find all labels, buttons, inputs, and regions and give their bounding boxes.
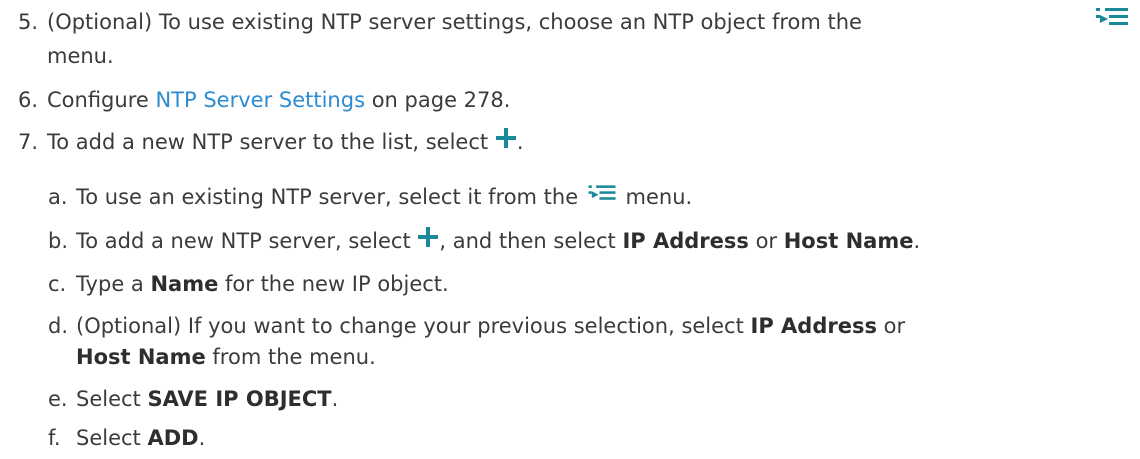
substep-letter: d. [48, 314, 69, 338]
substep-letter: e. [48, 387, 68, 411]
step-text: (Optional) To use existing NTP server se… [47, 10, 862, 34]
step-text: Configure NTP Server Settings on page 27… [47, 88, 511, 112]
substep-c: c. Type a Name for the new IP object. [0, 270, 1140, 300]
menu-list-icon[interactable] [1094, 4, 1130, 30]
substep-e: e. Select SAVE IP OBJECT. [0, 385, 1140, 415]
step-number: 7. [18, 130, 39, 154]
step-text-continued: menu. [47, 44, 114, 68]
substep-text: Select ADD. [76, 426, 206, 450]
step-7: 7. To add a new NTP server to the list, … [0, 128, 1140, 158]
substep-letter: c. [48, 272, 67, 296]
menu-list-icon[interactable] [585, 182, 619, 204]
step-6: 6. Configure NTP Server Settings on page… [0, 86, 1140, 116]
substep-text: Type a Name for the new IP object. [76, 272, 449, 296]
substep-letter: a. [48, 185, 68, 209]
substep-text-continued: Host Name from the menu. [76, 345, 376, 369]
substep-text: To add a new NTP server, select , and th… [76, 227, 920, 255]
substep-text: To use an existing NTP server, select it… [76, 183, 692, 211]
substep-letter: f. [48, 426, 61, 450]
ntp-server-settings-link[interactable]: NTP Server Settings [155, 88, 365, 112]
substep-text: Select SAVE IP OBJECT. [76, 387, 339, 411]
substep-b: b. To add a new NTP server, select , and… [0, 227, 1140, 257]
substep-letter: b. [48, 229, 69, 253]
substep-a: a. To use an existing NTP server, select… [0, 183, 1140, 213]
step-number: 5. [18, 10, 39, 34]
step-text: To add a new NTP server to the list, sel… [47, 128, 524, 156]
substep-text: (Optional) If you want to change your pr… [76, 314, 906, 338]
step-number: 6. [18, 88, 39, 112]
substep-d: d. (Optional) If you want to change your… [0, 312, 1140, 374]
substep-f: f. Select ADD. [0, 424, 1140, 454]
add-plus-icon[interactable] [495, 127, 517, 149]
add-plus-icon[interactable] [417, 226, 439, 248]
step-5: 5. (Optional) To use existing NTP server… [0, 8, 1140, 68]
